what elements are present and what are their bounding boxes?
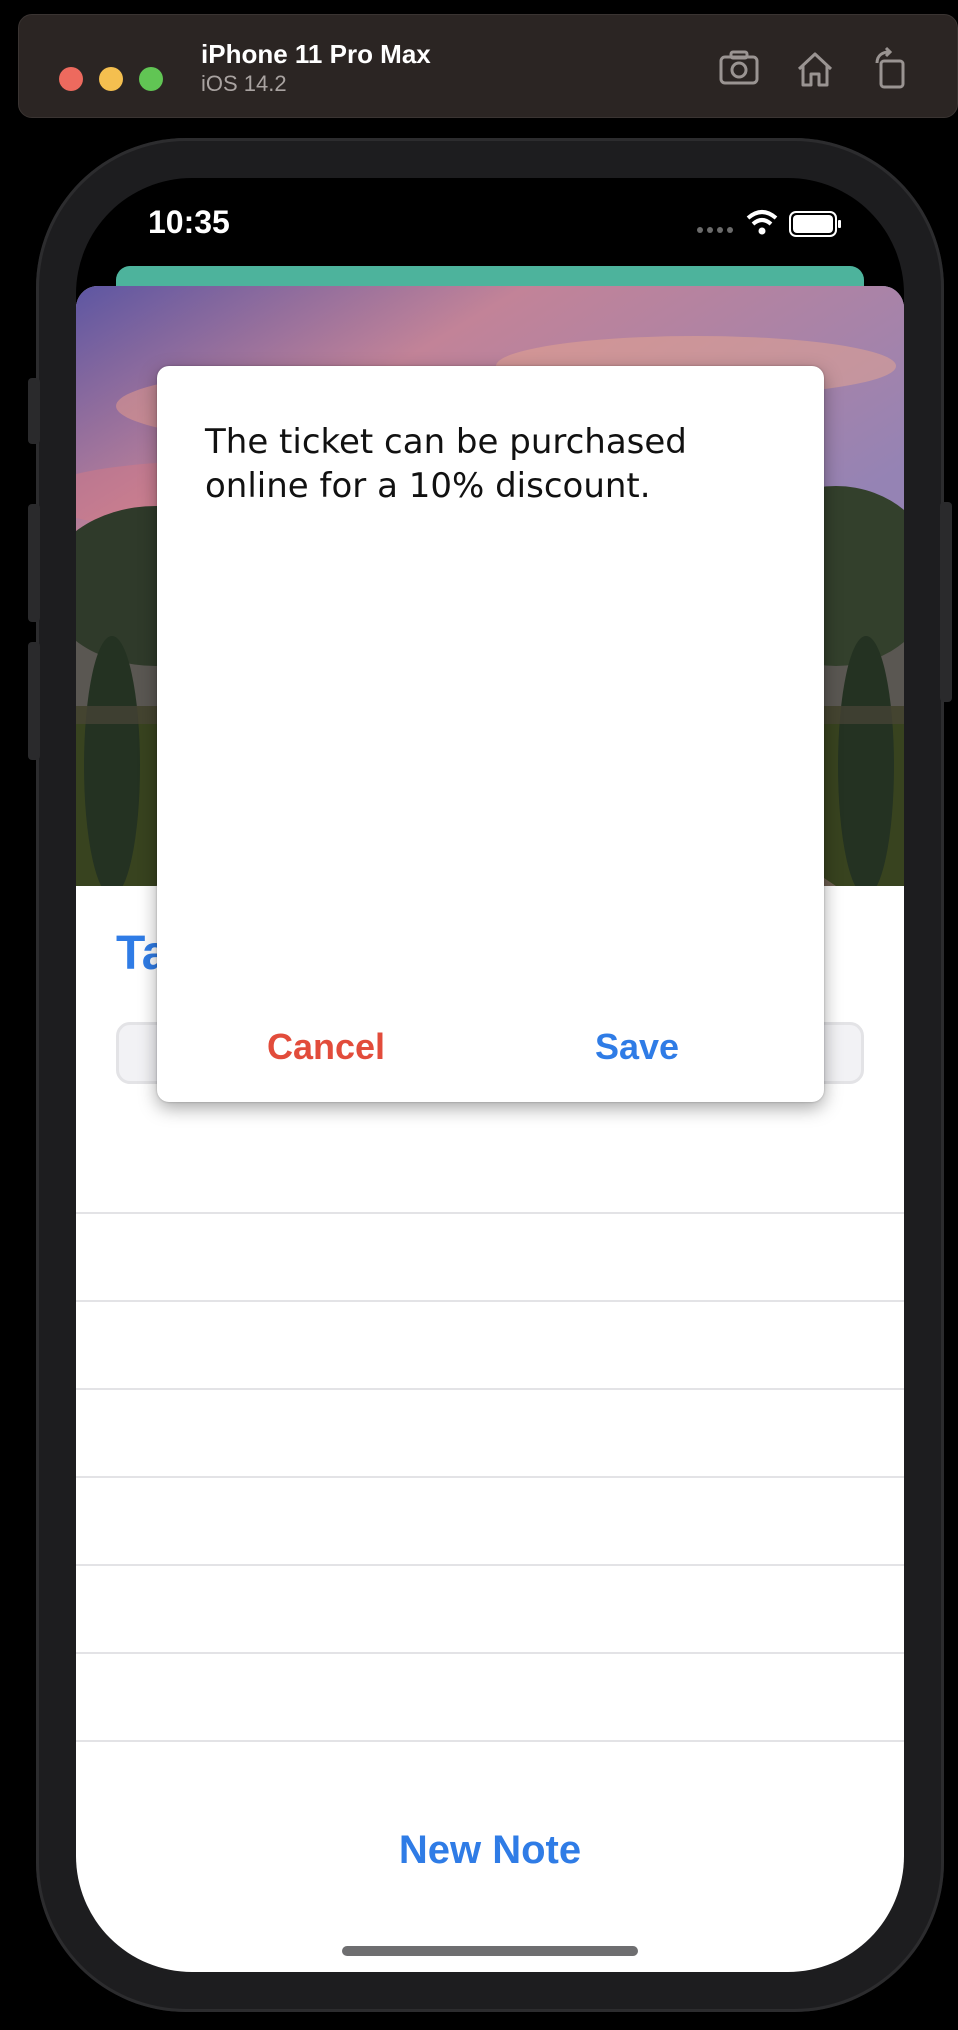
power-button [940,502,952,702]
rotate-icon[interactable] [867,45,915,93]
list-divider [76,1300,904,1302]
note-dialog: The ticket can be purchased online for a… [157,366,824,1102]
cellular-signal-icon [697,227,733,233]
wifi-icon [746,210,778,235]
list-divider [76,1740,904,1742]
list-divider [76,1652,904,1654]
simulator-title-bar: iPhone 11 Pro Max iOS 14.2 [18,14,958,118]
volume-up-button [28,504,40,622]
status-time: 10:35 [148,204,230,240]
minimize-window-button[interactable] [99,67,123,91]
dialog-note-text[interactable]: The ticket can be purchased online for a… [205,420,765,508]
list-divider [76,1388,904,1390]
home-indicator[interactable] [342,1946,638,1956]
close-window-button[interactable] [59,67,83,91]
simulator-device-name: iPhone 11 Pro Max [201,39,431,69]
simulator-os-version: iOS 14.2 [201,71,287,96]
volume-down-button [28,642,40,760]
cancel-button[interactable]: Cancel [267,1026,385,1068]
new-note-button[interactable]: New Note [76,1828,904,1873]
mute-switch [28,378,40,444]
list-divider [76,1476,904,1478]
zoom-window-button[interactable] [139,67,163,91]
home-icon[interactable] [791,45,839,93]
list-divider [76,1212,904,1214]
save-button[interactable]: Save [595,1026,679,1068]
status-indicators [697,210,841,237]
screenshot-icon[interactable] [715,45,763,93]
notch [280,178,700,238]
list-divider [76,1564,904,1566]
battery-icon [789,211,841,237]
